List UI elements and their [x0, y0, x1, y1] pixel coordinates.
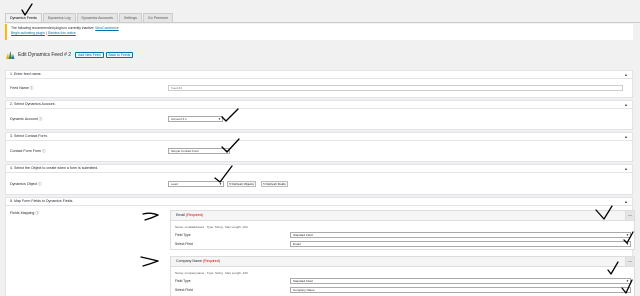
tab-settings[interactable]: Settings [118, 13, 142, 22]
select-value: Company Name [293, 288, 315, 292]
tab-dynamics-feeds[interactable]: Dynamics Feeds [5, 13, 42, 22]
contact-form-select[interactable]: Simple Contact Form ▼ [168, 148, 230, 154]
section-dynamics-object: 4. Select the Object to create when a fo… [5, 164, 633, 195]
mapping-meta: Name: companyname , Type: String , Max L… [175, 271, 248, 275]
notice-text: The following recommended plugin is curr… [11, 26, 95, 30]
tab-dynamics-log[interactable]: Dynamics Log [42, 13, 76, 22]
button-label: Refresh Objects [232, 182, 254, 186]
tab-go-premium[interactable]: Go Premium [142, 13, 174, 22]
chevron-down-icon: ▼ [219, 182, 222, 186]
dynamics-logo-icon [6, 51, 15, 59]
mapping-header[interactable]: Company Name (Required) — [171, 257, 634, 267]
select-field-label: Select Field [175, 242, 193, 246]
contact-form-label: Contact Form Form ⓘ [10, 149, 46, 153]
section-title: 5. Map Form Fields to Dynamics Fields. [10, 199, 74, 203]
back-to-feeds-button[interactable]: Back to Feeds [105, 52, 134, 58]
page-title: Edit Dynamics Feed # 2 [18, 52, 72, 58]
refresh-objects-button[interactable]: ↻ Refresh Objects [227, 181, 256, 187]
section-header[interactable]: 4. Select the Object to create when a fo… [6, 165, 632, 173]
mapping-row-company-name: Company Name (Required) — Name: companyn… [170, 256, 635, 296]
toggle-icon[interactable]: — [625, 257, 634, 266]
select-field-select[interactable]: Company Name ▼ [290, 287, 631, 293]
section-dynamics-account: 2. Select Dynamics Account. ▲ Dynamic Ac… [5, 100, 633, 130]
select-value: Lead [171, 182, 178, 186]
tab-dynamics-accounts[interactable]: Dynamics Accounts [76, 13, 118, 22]
mapping-header[interactable]: Email (Required) — [171, 211, 634, 221]
page-header: Edit Dynamics Feed # 2 Add New Feed Back… [5, 48, 135, 62]
field-type-select[interactable]: Standard Field ▼ [290, 278, 631, 284]
plugin-notice: The following recommended plugin is curr… [5, 24, 633, 40]
required-badge: (Required) [202, 259, 220, 263]
refresh-fields-button[interactable]: ↻ Refresh Fields [261, 181, 288, 187]
feed-name-input[interactable]: Feed #2 [168, 85, 623, 91]
select-field-select[interactable]: Email ▼ [290, 241, 631, 247]
section-header[interactable]: 2. Select Dynamics Account. ▲ [6, 101, 632, 109]
dynamic-account-select[interactable]: Account # 1 ▼ [168, 116, 223, 122]
add-new-feed-button[interactable]: Add New Feed [75, 52, 104, 58]
tabs-divider [5, 22, 640, 23]
dismiss-notice-link[interactable]: Dismiss this notice [48, 31, 76, 35]
dynamics-object-select[interactable]: Lead ▼ [168, 181, 224, 187]
collapse-icon[interactable]: ▲ [624, 71, 628, 78]
chevron-down-icon: ▼ [626, 233, 629, 237]
select-value: Simple Contact Form [171, 149, 200, 153]
chevron-down-icon: ▼ [626, 288, 629, 292]
dynamic-account-label: Dynamic Account ⓘ [10, 117, 43, 121]
collapse-icon[interactable]: ▲ [624, 101, 628, 108]
button-label: Refresh Fields [266, 182, 286, 186]
collapse-icon[interactable]: ▲ [624, 198, 628, 205]
chevron-down-icon: ▼ [225, 149, 228, 153]
mapping-row-email: Email (Required) — Name: emailaddress1 ,… [170, 210, 635, 250]
notice-plugin-link[interactable]: WooCommerce [95, 26, 119, 30]
collapse-icon[interactable]: ▲ [624, 133, 628, 140]
mapping-field-name: Email [176, 213, 185, 217]
section-feed-name: 1. Enter feed name. ▲ Feed Name ⓘ Feed #… [5, 70, 633, 98]
field-type-label: Field Type [175, 233, 191, 237]
section-title: 4. Select the Object to create when a fo… [10, 166, 99, 170]
select-value: Account # 1 [171, 117, 187, 121]
section-contact-form: 3. Select Contact Form. ▲ Contact Form F… [5, 132, 633, 162]
section-header[interactable]: 3. Select Contact Form. ▲ [6, 133, 632, 141]
section-header[interactable]: 5. Map Form Fields to Dynamics Fields. ▲ [6, 198, 632, 206]
collapse-icon[interactable]: ▲ [624, 165, 628, 172]
chevron-down-icon: ▼ [626, 279, 629, 283]
chevron-down-icon: ▼ [626, 242, 629, 246]
nav-tabs: Dynamics Feeds Dynamics Log Dynamics Acc… [5, 13, 174, 22]
required-badge: (Required) [186, 213, 203, 217]
select-value: Standard Field [293, 279, 313, 283]
mapping-field-name: Company Name [176, 259, 202, 263]
begin-activating-link[interactable]: Begin activating plugin [11, 31, 45, 35]
dynamics-object-label: Dynamics Object ⓘ [10, 182, 42, 186]
mapping-meta: Name: emailaddress1 , Type: String , Max… [175, 225, 248, 229]
select-value: Standard Field [293, 233, 313, 237]
field-type-select[interactable]: Standard Field ▼ [290, 232, 631, 238]
field-type-label: Field Type [175, 279, 191, 283]
feed-name-label: Feed Name ⓘ [10, 86, 34, 90]
select-field-label: Select Field [175, 288, 193, 292]
chevron-down-icon: ▼ [218, 117, 221, 121]
select-value: Email [293, 242, 301, 246]
section-title: 3. Select Contact Form. [10, 134, 48, 138]
section-title: 2. Select Dynamics Account. [10, 102, 56, 106]
section-title: 1. Enter feed name. [10, 72, 42, 76]
fields-mapping-label: Fields Mapping ⓘ [10, 211, 39, 215]
section-header[interactable]: 1. Enter feed name. ▲ [6, 71, 632, 79]
toggle-icon[interactable]: — [625, 211, 634, 220]
section-field-mapping: 5. Map Form Fields to Dynamics Fields. ▲… [5, 197, 635, 296]
